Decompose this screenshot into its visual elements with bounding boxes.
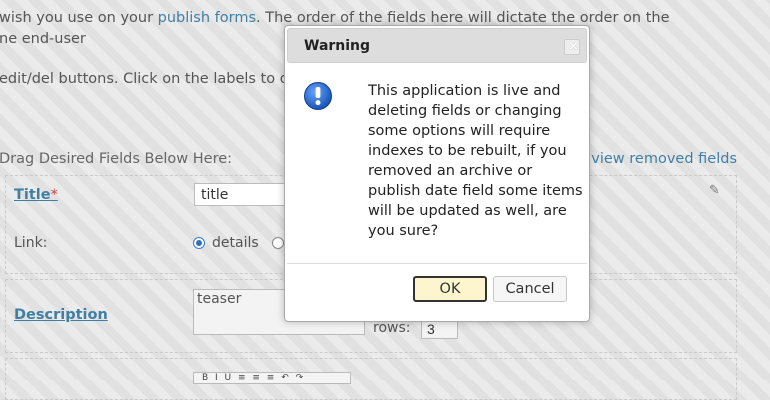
title-field-label[interactable]: Title* <box>14 187 58 203</box>
warning-dialog: Warning × This application is live and d… <box>284 25 590 322</box>
description-field-label[interactable]: Description <box>14 307 108 323</box>
pencil-icon[interactable]: ✎ <box>709 183 720 198</box>
link-radio-other[interactable] <box>272 237 284 249</box>
field-box-body[interactable] <box>5 358 737 400</box>
intro-text-line2: ne end-user <box>0 31 86 47</box>
info-icon <box>304 82 332 110</box>
details-radio-label: details <box>212 235 259 251</box>
ok-button[interactable]: OK <box>413 276 487 302</box>
cancel-button[interactable]: Cancel <box>493 276 567 302</box>
close-icon: × <box>568 39 579 54</box>
dialog-separator <box>287 263 587 264</box>
intro-text-line3: edit/del buttons. Click on the labels to… <box>0 71 289 87</box>
dialog-message: This application is live and deleting fi… <box>368 83 583 239</box>
rows-label: rows: <box>373 320 411 336</box>
dialog-titlebar[interactable]: Warning × <box>287 28 587 63</box>
details-radio[interactable] <box>193 237 205 249</box>
intro-text-line1: wish you use on your publish forms. The … <box>0 10 670 26</box>
dialog-title: Warning <box>304 38 371 54</box>
link-label: Link: <box>14 235 48 251</box>
drag-fields-label: Drag Desired Fields Below Here: <box>0 151 233 167</box>
editor-toolbar[interactable]: B I U ≡ ≡ ≡ ↶ ↷ <box>193 372 351 384</box>
view-removed-fields-link[interactable]: view removed fields <box>591 151 737 167</box>
publish-forms-link[interactable]: publish forms <box>158 10 256 26</box>
close-button[interactable]: × <box>564 39 580 55</box>
required-marker: * <box>50 187 58 203</box>
